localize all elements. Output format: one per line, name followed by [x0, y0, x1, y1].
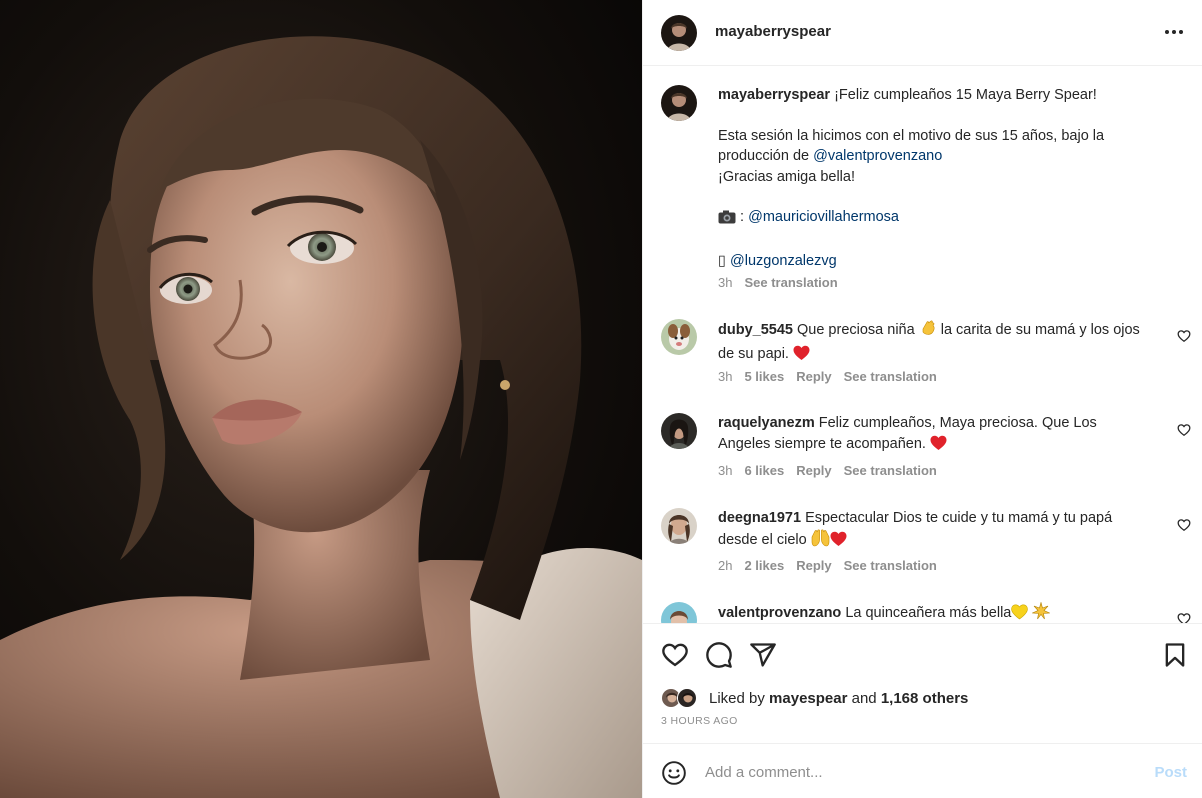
- see-translation-link[interactable]: See translation: [844, 369, 937, 384]
- comment-text-part: Que preciosa niña: [797, 322, 919, 338]
- comment-username[interactable]: duby_5545: [718, 322, 793, 338]
- caption-time[interactable]: 3h: [718, 275, 732, 290]
- reply-button[interactable]: Reply: [796, 558, 831, 573]
- caption: mayaberryspear ¡Feliz cumpleaños 15 Maya…: [661, 85, 1191, 295]
- comment-meta: 2h 2 likes Reply See translation: [718, 558, 937, 573]
- red-heart-emoji: [793, 345, 810, 368]
- commenter-avatar[interactable]: [661, 319, 697, 355]
- comment-meta: 3h 5 likes Reply See translation: [718, 369, 937, 384]
- mention-luzgonzalezvg[interactable]: @luzgonzalezvg: [730, 253, 837, 269]
- instagram-post-modal: mayaberryspear mayaberryspear ¡Feliz cum…: [0, 0, 1202, 798]
- raising-hands-emoji: [811, 529, 830, 554]
- likes-others-link[interactable]: 1,168 others: [881, 690, 969, 707]
- commenter-avatar[interactable]: [661, 508, 697, 544]
- post-header: mayaberryspear: [643, 0, 1202, 66]
- comment-item: duby_5545 Que preciosa niña la carita de…: [661, 319, 1191, 399]
- comment-text: valentprovenzano La quinceañera más bell…: [718, 601, 1148, 623]
- save-bookmark-icon[interactable]: [1161, 641, 1189, 669]
- more-options-icon[interactable]: [1161, 20, 1187, 44]
- author-avatar[interactable]: [661, 85, 697, 121]
- post-age[interactable]: 3 HOURS AGO: [661, 715, 738, 727]
- comment-item: raquelyanezm Feliz cumpleaños, Maya prec…: [661, 413, 1191, 493]
- reply-button[interactable]: Reply: [796, 463, 831, 478]
- comment-username[interactable]: raquelyanezm: [718, 415, 815, 431]
- comment-time[interactable]: 2h: [718, 558, 732, 573]
- caption-text: mayaberryspear ¡Feliz cumpleaños 15 Maya…: [718, 85, 1148, 271]
- portrait-image: [0, 36, 642, 798]
- reply-button[interactable]: Reply: [796, 369, 831, 384]
- like-comment-heart-icon[interactable]: [1177, 518, 1191, 532]
- comment-meta: 3h 6 likes Reply See translation: [718, 463, 937, 478]
- author-username[interactable]: mayaberryspear: [715, 23, 831, 40]
- comment-username[interactable]: deegna1971: [718, 510, 801, 526]
- post-comment-button[interactable]: Post: [1154, 764, 1187, 781]
- likes-text: Liked by mayespear and 1,168 others: [709, 690, 968, 707]
- add-comment-input[interactable]: [705, 758, 1125, 786]
- liker-avatars[interactable]: [661, 687, 703, 709]
- post-photo[interactable]: [0, 0, 642, 798]
- commenter-avatar[interactable]: [661, 413, 697, 449]
- comment-time[interactable]: 3h: [718, 463, 732, 478]
- comment-composer: Post: [643, 743, 1202, 798]
- comment-time[interactable]: 3h: [718, 369, 732, 384]
- comment-likes-count[interactable]: 5 likes: [744, 369, 784, 384]
- like-comment-heart-icon[interactable]: [1177, 329, 1191, 343]
- likes-summary: Liked by mayespear and 1,168 others: [661, 686, 968, 710]
- comment-text: raquelyanezm Feliz cumpleaños, Maya prec…: [718, 413, 1148, 457]
- caption-username[interactable]: mayaberryspear: [718, 87, 830, 103]
- commenter-avatar[interactable]: [661, 602, 697, 623]
- liker-username[interactable]: mayespear: [769, 690, 847, 707]
- likes-prefix: Liked by: [709, 689, 770, 707]
- comment-text: deegna1971 Espectacular Dios te cuide y …: [718, 508, 1148, 553]
- clapping-hands-emoji: [919, 319, 937, 344]
- caption-headline: ¡Feliz cumpleaños 15 Maya Berry Spear!: [834, 87, 1097, 103]
- share-paper-plane-icon[interactable]: [749, 641, 777, 669]
- caption-line3: ¡Gracias amiga bella!: [718, 168, 855, 185]
- mention-mauriciovillahermosa[interactable]: @mauriciovillahermosa: [748, 209, 899, 225]
- see-translation-link[interactable]: See translation: [844, 558, 937, 573]
- comment-bubble-icon[interactable]: [705, 641, 733, 669]
- comment-likes-count[interactable]: 6 likes: [744, 463, 784, 478]
- comment-item: valentprovenzano La quinceañera más bell…: [661, 601, 1191, 623]
- red-heart-emoji: [830, 531, 847, 554]
- author-avatar[interactable]: [661, 15, 697, 51]
- comment-text: duby_5545 Que preciosa niña la carita de…: [718, 319, 1148, 367]
- see-translation-link[interactable]: See translation: [744, 275, 837, 290]
- camera-emoji: [718, 210, 736, 231]
- comment-item: deegna1971 Espectacular Dios te cuide y …: [661, 508, 1191, 588]
- caption-meta: 3h See translation: [718, 275, 838, 290]
- like-comment-heart-icon[interactable]: [1177, 423, 1191, 437]
- sparkle-emoji: [1031, 601, 1052, 623]
- comments-list[interactable]: mayaberryspear ¡Feliz cumpleaños 15 Maya…: [643, 67, 1202, 623]
- see-translation-link[interactable]: See translation: [844, 463, 937, 478]
- like-heart-icon[interactable]: [661, 641, 689, 669]
- camera-prefix: :: [736, 209, 749, 225]
- likes-conj: and: [847, 689, 881, 707]
- liker-avatar: [677, 688, 697, 708]
- like-comment-heart-icon[interactable]: [1177, 612, 1191, 623]
- comment-text-part: La quinceañera más bella: [845, 605, 1012, 621]
- comment-likes-count[interactable]: 2 likes: [744, 558, 784, 573]
- red-heart-emoji: [930, 435, 947, 458]
- box-prefix: ▯: [718, 252, 731, 269]
- mention-valentprovenzano[interactable]: @valentprovenzano: [813, 148, 942, 164]
- comment-username[interactable]: valentprovenzano: [718, 605, 841, 621]
- post-actions: Liked by mayespear and 1,168 others 3 HO…: [643, 623, 1202, 743]
- yellow-heart-emoji: [1011, 604, 1029, 623]
- emoji-picker-icon[interactable]: [661, 760, 687, 786]
- post-side-panel: mayaberryspear mayaberryspear ¡Feliz cum…: [642, 0, 1202, 798]
